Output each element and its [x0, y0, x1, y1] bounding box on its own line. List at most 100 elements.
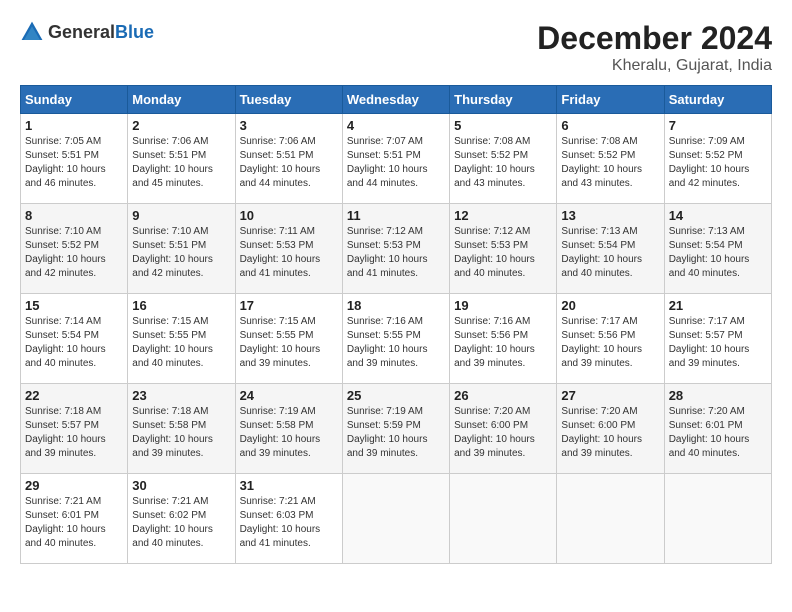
calendar-day: 19 Sunrise: 7:16 AMSunset: 5:56 PMDayligh…: [450, 294, 557, 384]
empty-cell: [342, 474, 449, 564]
day-number: 26: [454, 388, 552, 403]
calendar-day: 7 Sunrise: 7:09 AMSunset: 5:52 PMDaylight…: [664, 114, 771, 204]
calendar-day: 16 Sunrise: 7:15 AMSunset: 5:55 PMDayligh…: [128, 294, 235, 384]
day-number: 15: [25, 298, 123, 313]
logo-blue: Blue: [115, 22, 154, 42]
logo-general: General: [48, 22, 115, 42]
header-saturday: Saturday: [664, 86, 771, 114]
calendar-week-row: 8 Sunrise: 7:10 AMSunset: 5:52 PMDaylight…: [21, 204, 772, 294]
day-info: Sunrise: 7:15 AMSunset: 5:55 PMDaylight:…: [132, 315, 230, 371]
day-info: Sunrise: 7:06 AMSunset: 5:51 PMDaylight:…: [240, 135, 338, 191]
day-number: 2: [132, 118, 230, 133]
weekday-header-row: Sunday Monday Tuesday Wednesday Thursday…: [21, 86, 772, 114]
calendar-day: 17 Sunrise: 7:15 AMSunset: 5:55 PMDayligh…: [235, 294, 342, 384]
day-info: Sunrise: 7:13 AMSunset: 5:54 PMDaylight:…: [561, 225, 659, 281]
day-info: Sunrise: 7:16 AMSunset: 5:56 PMDaylight:…: [454, 315, 552, 371]
day-info: Sunrise: 7:09 AMSunset: 5:52 PMDaylight:…: [669, 135, 767, 191]
day-info: Sunrise: 7:20 AMSunset: 6:01 PMDaylight:…: [669, 405, 767, 461]
day-info: Sunrise: 7:19 AMSunset: 5:59 PMDaylight:…: [347, 405, 445, 461]
day-info: Sunrise: 7:10 AMSunset: 5:52 PMDaylight:…: [25, 225, 123, 281]
day-number: 25: [347, 388, 445, 403]
empty-cell: [557, 474, 664, 564]
day-info: Sunrise: 7:20 AMSunset: 6:00 PMDaylight:…: [561, 405, 659, 461]
calendar-table: Sunday Monday Tuesday Wednesday Thursday…: [20, 85, 772, 564]
calendar-day: 21Sunrise: 7:17 AMSunset: 5:57 PMDayligh…: [664, 294, 771, 384]
day-info: Sunrise: 7:17 AMSunset: 5:57 PMDaylight:…: [669, 315, 767, 371]
day-number: 17: [240, 298, 338, 313]
day-number: 24: [240, 388, 338, 403]
day-info: Sunrise: 7:15 AMSunset: 5:55 PMDaylight:…: [240, 315, 338, 371]
calendar-day: 23Sunrise: 7:18 AMSunset: 5:58 PMDayligh…: [128, 384, 235, 474]
day-number: 20: [561, 298, 659, 313]
day-number: 6: [561, 118, 659, 133]
calendar-day: 27 Sunrise: 7:20 AMSunset: 6:00 PMDayligh…: [557, 384, 664, 474]
day-number: 11: [347, 208, 445, 223]
day-info: Sunrise: 7:21 AMSunset: 6:01 PMDaylight:…: [25, 495, 123, 551]
calendar-day: 20Sunrise: 7:17 AMSunset: 5:56 PMDayligh…: [557, 294, 664, 384]
day-number: 7: [669, 118, 767, 133]
day-info: Sunrise: 7:06 AMSunset: 5:51 PMDaylight:…: [132, 135, 230, 191]
day-number: 4: [347, 118, 445, 133]
calendar-week-row: 15 Sunrise: 7:14 AMSunset: 5:54 PMDayligh…: [21, 294, 772, 384]
calendar-day: 30Sunrise: 7:21 AMSunset: 6:02 PMDayligh…: [128, 474, 235, 564]
calendar-day: 31 Sunrise: 7:21 AMSunset: 6:03 PMDayligh…: [235, 474, 342, 564]
day-number: 30: [132, 478, 230, 493]
location-title: Kheralu, Gujarat, India: [537, 57, 772, 75]
day-info: Sunrise: 7:21 AMSunset: 6:03 PMDaylight:…: [240, 495, 338, 551]
calendar-day: 9 Sunrise: 7:10 AMSunset: 5:51 PMDaylight…: [128, 204, 235, 294]
day-number: 31: [240, 478, 338, 493]
calendar-day: 4Sunrise: 7:07 AMSunset: 5:51 PMDaylight…: [342, 114, 449, 204]
calendar-day: 12Sunrise: 7:12 AMSunset: 5:53 PMDayligh…: [450, 204, 557, 294]
day-number: 28: [669, 388, 767, 403]
header-monday: Monday: [128, 86, 235, 114]
day-info: Sunrise: 7:18 AMSunset: 5:57 PMDaylight:…: [25, 405, 123, 461]
calendar-day: 22Sunrise: 7:18 AMSunset: 5:57 PMDayligh…: [21, 384, 128, 474]
day-number: 8: [25, 208, 123, 223]
calendar-day: 6 Sunrise: 7:08 AMSunset: 5:52 PMDaylight…: [557, 114, 664, 204]
header-sunday: Sunday: [21, 86, 128, 114]
day-number: 29: [25, 478, 123, 493]
title-block: December 2024 Kheralu, Gujarat, India: [537, 20, 772, 75]
logo: GeneralBlue: [20, 20, 154, 44]
calendar-day: 26Sunrise: 7:20 AMSunset: 6:00 PMDayligh…: [450, 384, 557, 474]
day-info: Sunrise: 7:18 AMSunset: 5:58 PMDaylight:…: [132, 405, 230, 461]
calendar-week-row: 22Sunrise: 7:18 AMSunset: 5:57 PMDayligh…: [21, 384, 772, 474]
day-info: Sunrise: 7:11 AMSunset: 5:53 PMDaylight:…: [240, 225, 338, 281]
day-info: Sunrise: 7:16 AMSunset: 5:55 PMDaylight:…: [347, 315, 445, 371]
day-number: 10: [240, 208, 338, 223]
calendar-day: 2 Sunrise: 7:06 AMSunset: 5:51 PMDaylight…: [128, 114, 235, 204]
day-info: Sunrise: 7:05 AMSunset: 5:51 PMDaylight:…: [25, 135, 123, 191]
calendar-day: 13Sunrise: 7:13 AMSunset: 5:54 PMDayligh…: [557, 204, 664, 294]
calendar-day: 18 Sunrise: 7:16 AMSunset: 5:55 PMDayligh…: [342, 294, 449, 384]
day-info: Sunrise: 7:12 AMSunset: 5:53 PMDaylight:…: [454, 225, 552, 281]
calendar-day: 25 Sunrise: 7:19 AMSunset: 5:59 PMDayligh…: [342, 384, 449, 474]
day-info: Sunrise: 7:12 AMSunset: 5:53 PMDaylight:…: [347, 225, 445, 281]
calendar-day: 29 Sunrise: 7:21 AMSunset: 6:01 PMDayligh…: [21, 474, 128, 564]
day-number: 27: [561, 388, 659, 403]
day-number: 16: [132, 298, 230, 313]
calendar-day: 1 Sunrise: 7:05 AMSunset: 5:51 PMDaylight…: [21, 114, 128, 204]
empty-cell: [450, 474, 557, 564]
day-number: 1: [25, 118, 123, 133]
day-info: Sunrise: 7:19 AMSunset: 5:58 PMDaylight:…: [240, 405, 338, 461]
day-info: Sunrise: 7:08 AMSunset: 5:52 PMDaylight:…: [561, 135, 659, 191]
day-info: Sunrise: 7:14 AMSunset: 5:54 PMDaylight:…: [25, 315, 123, 371]
calendar-day: 11 Sunrise: 7:12 AMSunset: 5:53 PMDayligh…: [342, 204, 449, 294]
day-number: 18: [347, 298, 445, 313]
day-number: 9: [132, 208, 230, 223]
day-number: 19: [454, 298, 552, 313]
day-number: 5: [454, 118, 552, 133]
month-title: December 2024: [537, 20, 772, 57]
calendar-day: 15 Sunrise: 7:14 AMSunset: 5:54 PMDayligh…: [21, 294, 128, 384]
calendar-week-row: 1 Sunrise: 7:05 AMSunset: 5:51 PMDaylight…: [21, 114, 772, 204]
day-number: 14: [669, 208, 767, 223]
calendar-week-row: 29 Sunrise: 7:21 AMSunset: 6:01 PMDayligh…: [21, 474, 772, 564]
calendar-day: 14Sunrise: 7:13 AMSunset: 5:54 PMDayligh…: [664, 204, 771, 294]
calendar-day: 8 Sunrise: 7:10 AMSunset: 5:52 PMDaylight…: [21, 204, 128, 294]
header-friday: Friday: [557, 86, 664, 114]
header-tuesday: Tuesday: [235, 86, 342, 114]
day-info: Sunrise: 7:10 AMSunset: 5:51 PMDaylight:…: [132, 225, 230, 281]
header-thursday: Thursday: [450, 86, 557, 114]
header-wednesday: Wednesday: [342, 86, 449, 114]
calendar-day: 3Sunrise: 7:06 AMSunset: 5:51 PMDaylight…: [235, 114, 342, 204]
